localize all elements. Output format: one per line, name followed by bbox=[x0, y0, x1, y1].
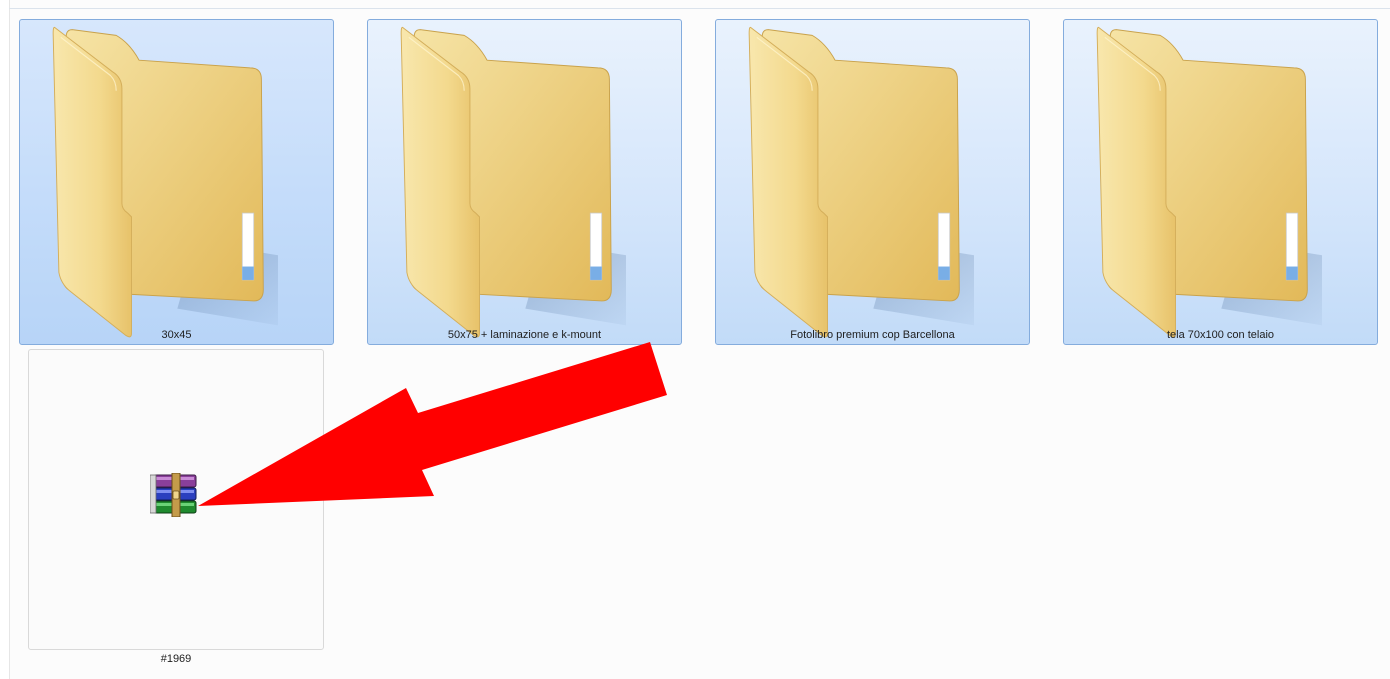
red-arrow-annotation bbox=[198, 342, 667, 506]
